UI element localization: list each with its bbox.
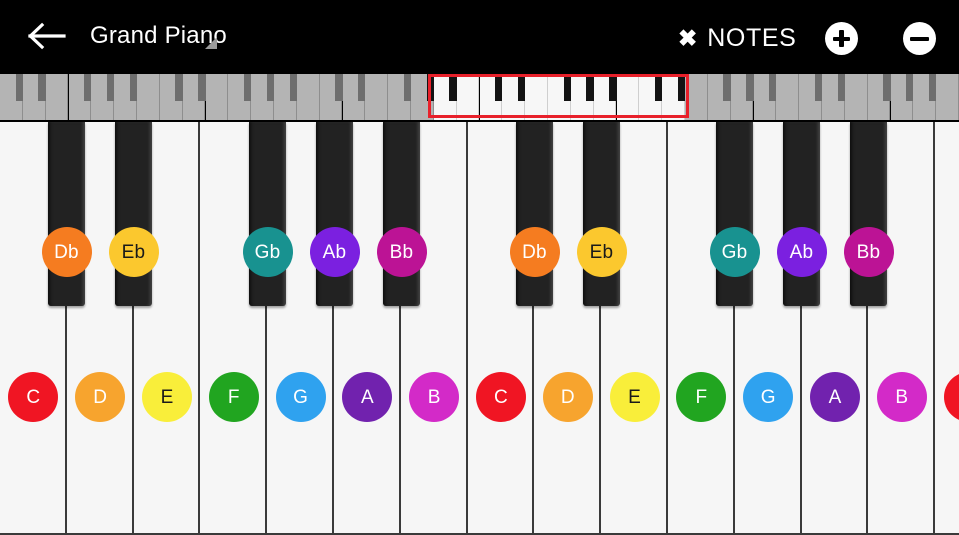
mini-white-key[interactable] [296,74,320,120]
minus-circle-icon[interactable] [903,22,936,55]
black-key-ab-3[interactable] [316,122,353,306]
black-key-eb-6[interactable] [583,122,620,306]
mini-white-key[interactable] [936,74,959,120]
back-arrow-icon[interactable] [28,22,68,50]
notes-toggle-label: NOTES [707,23,797,52]
black-key-bb-9[interactable] [850,122,887,306]
mini-white-key[interactable] [137,74,160,120]
notes-toggle-button[interactable]: ✖ NOTES [678,20,796,56]
black-key-eb-1[interactable] [115,122,152,306]
black-key-ab-8[interactable] [783,122,820,306]
white-key-c-14[interactable] [935,122,959,535]
viewport-selection-box[interactable] [428,74,689,118]
app-header: Grand Piano ✖ NOTES [0,0,959,72]
black-key-bb-4[interactable] [383,122,420,306]
mini-white-key[interactable] [205,74,229,120]
plus-circle-icon[interactable] [825,22,858,55]
mini-white-key[interactable] [365,74,389,120]
mini-white-key[interactable] [844,74,868,120]
black-key-db-5[interactable] [516,122,553,306]
black-key-db-0[interactable] [48,122,85,306]
mini-white-key[interactable] [45,74,69,120]
piano-app-screen: Grand Piano ✖ NOTES CDEFGABCDEFGABCDbEbG… [0,0,959,535]
piano-keyboard[interactable]: CDEFGABCDEFGABCDbEbGbAbBbDbEbGbAbBb [0,122,959,535]
black-key-gb-7[interactable] [716,122,753,306]
close-x-icon: ✖ [678,24,698,51]
mini-white-key[interactable] [776,74,800,120]
black-key-gb-2[interactable] [249,122,286,306]
title-resize-marker-icon [205,37,217,49]
keyboard-overview-strip[interactable] [0,72,959,122]
